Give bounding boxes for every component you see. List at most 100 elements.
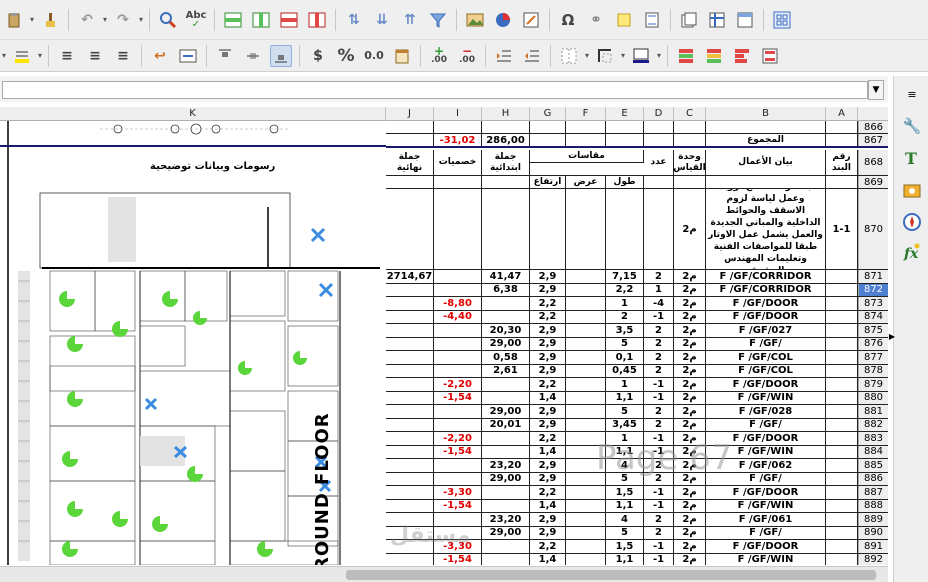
redo-icon[interactable]: ↷ <box>112 9 134 31</box>
column-header[interactable]: G <box>530 107 566 121</box>
cell[interactable]: 2 <box>644 418 674 431</box>
cell[interactable] <box>826 134 858 146</box>
column-header[interactable]: D <box>644 107 674 121</box>
row-number[interactable]: 878 <box>858 364 888 377</box>
cell[interactable] <box>386 283 434 296</box>
chevron-down-icon[interactable]: ▾ <box>583 51 591 60</box>
cell[interactable]: F /GF/ <box>706 337 826 350</box>
cell[interactable]: 0,1 <box>606 351 644 364</box>
cell[interactable] <box>386 121 434 133</box>
cell[interactable] <box>706 176 826 188</box>
cell[interactable] <box>706 121 826 133</box>
image-icon[interactable] <box>464 9 486 31</box>
row-number[interactable]: 889 <box>858 513 888 526</box>
special-character-icon[interactable]: Ω <box>557 9 579 31</box>
delete-row-icon[interactable] <box>278 9 300 31</box>
cell[interactable] <box>434 270 482 283</box>
cell[interactable] <box>826 337 858 350</box>
insert-column-icon[interactable] <box>250 9 272 31</box>
sidebar-menu-icon[interactable]: ≡ <box>902 84 922 104</box>
cell[interactable] <box>482 121 530 133</box>
delete-column-icon[interactable] <box>306 9 328 31</box>
cell[interactable]: 1,4 <box>530 499 566 512</box>
cell[interactable]: -1,54 <box>434 499 482 512</box>
spellcheck-icon[interactable]: Abc ✓ <box>185 9 207 31</box>
cell[interactable] <box>434 418 482 431</box>
sort-icon[interactable]: ⇈ <box>399 9 421 31</box>
row-number[interactable]: 880 <box>858 391 888 404</box>
cell[interactable] <box>826 176 858 188</box>
undo-icon[interactable]: ↶ <box>76 9 98 31</box>
cell[interactable] <box>530 121 566 133</box>
align-middle-icon[interactable] <box>242 45 264 67</box>
cell[interactable]: م2 <box>674 351 706 364</box>
cell[interactable] <box>566 526 606 539</box>
cell[interactable] <box>434 472 482 485</box>
cell[interactable]: جملة نهائية <box>386 150 434 175</box>
cell[interactable] <box>482 540 530 553</box>
cell[interactable] <box>826 378 858 391</box>
delete-decimal-button[interactable]: − .00 <box>456 45 478 67</box>
cell[interactable]: م2 <box>674 297 706 310</box>
cell[interactable]: م2 <box>674 513 706 526</box>
cell[interactable] <box>566 351 606 364</box>
cell[interactable]: 2,2 <box>530 540 566 553</box>
cell[interactable]: -1 <box>644 486 674 499</box>
column-header[interactable]: F <box>566 107 606 121</box>
cell[interactable]: 2 <box>644 364 674 377</box>
cell[interactable] <box>386 189 434 269</box>
cell[interactable]: 29,00 <box>482 405 530 418</box>
cell[interactable] <box>386 499 434 512</box>
chevron-down-icon[interactable]: ▾ <box>655 51 663 60</box>
row-number[interactable]: 868 <box>858 150 888 175</box>
color-scale-icon[interactable] <box>703 45 725 67</box>
decrease-indent-icon[interactable] <box>521 45 543 67</box>
cell[interactable]: خصميات <box>434 150 482 175</box>
cell[interactable]: 2,2 <box>606 283 644 296</box>
cell[interactable]: بيان الأعمال <box>706 150 826 175</box>
cell[interactable] <box>826 324 858 337</box>
cell[interactable] <box>566 391 606 404</box>
cell[interactable] <box>386 337 434 350</box>
cell[interactable]: F /GF/WIN <box>706 553 826 565</box>
column-header[interactable]: A <box>826 107 858 121</box>
cell[interactable]: عدد <box>644 150 674 175</box>
define-print-area-icon[interactable] <box>678 9 700 31</box>
cell[interactable]: 2,2 <box>530 486 566 499</box>
cell[interactable] <box>482 432 530 445</box>
cell[interactable] <box>606 189 644 269</box>
cell[interactable] <box>386 134 434 146</box>
merge-cells-icon[interactable] <box>177 45 199 67</box>
cell[interactable]: 1,1 <box>606 499 644 512</box>
find-replace-icon[interactable] <box>157 9 179 31</box>
row-number[interactable]: 881 <box>858 405 888 418</box>
cell[interactable] <box>482 445 530 458</box>
cell[interactable]: 2,2 <box>530 378 566 391</box>
corner-header[interactable] <box>858 107 888 121</box>
cell[interactable]: -8,80 <box>434 297 482 310</box>
cell[interactable] <box>566 418 606 431</box>
cell[interactable] <box>434 459 482 472</box>
chevron-down-icon[interactable]: ▾ <box>619 51 627 60</box>
row-number[interactable]: 885 <box>858 459 888 472</box>
cell[interactable] <box>482 176 530 188</box>
cell[interactable]: 2,9 <box>530 459 566 472</box>
hyperlink-icon[interactable]: ⚭ <box>585 9 607 31</box>
cell[interactable] <box>482 486 530 499</box>
cell[interactable]: م2 <box>674 553 706 565</box>
row-number[interactable]: 891 <box>858 540 888 553</box>
cell[interactable] <box>566 134 606 146</box>
cell[interactable]: 29,00 <box>482 337 530 350</box>
sort-descending-icon[interactable]: ⇊ <box>371 9 393 31</box>
comment-icon[interactable] <box>613 9 635 31</box>
border-style-icon[interactable] <box>594 45 616 67</box>
cell[interactable]: 23,20 <box>482 513 530 526</box>
cell[interactable]: -1,54 <box>434 445 482 458</box>
cell[interactable]: جملة ابتدائية <box>482 150 530 175</box>
cell[interactable] <box>826 445 858 458</box>
row-number[interactable]: 870 <box>858 189 888 269</box>
cell[interactable] <box>386 378 434 391</box>
cell[interactable] <box>826 526 858 539</box>
cell[interactable] <box>826 364 858 377</box>
cell[interactable] <box>434 324 482 337</box>
